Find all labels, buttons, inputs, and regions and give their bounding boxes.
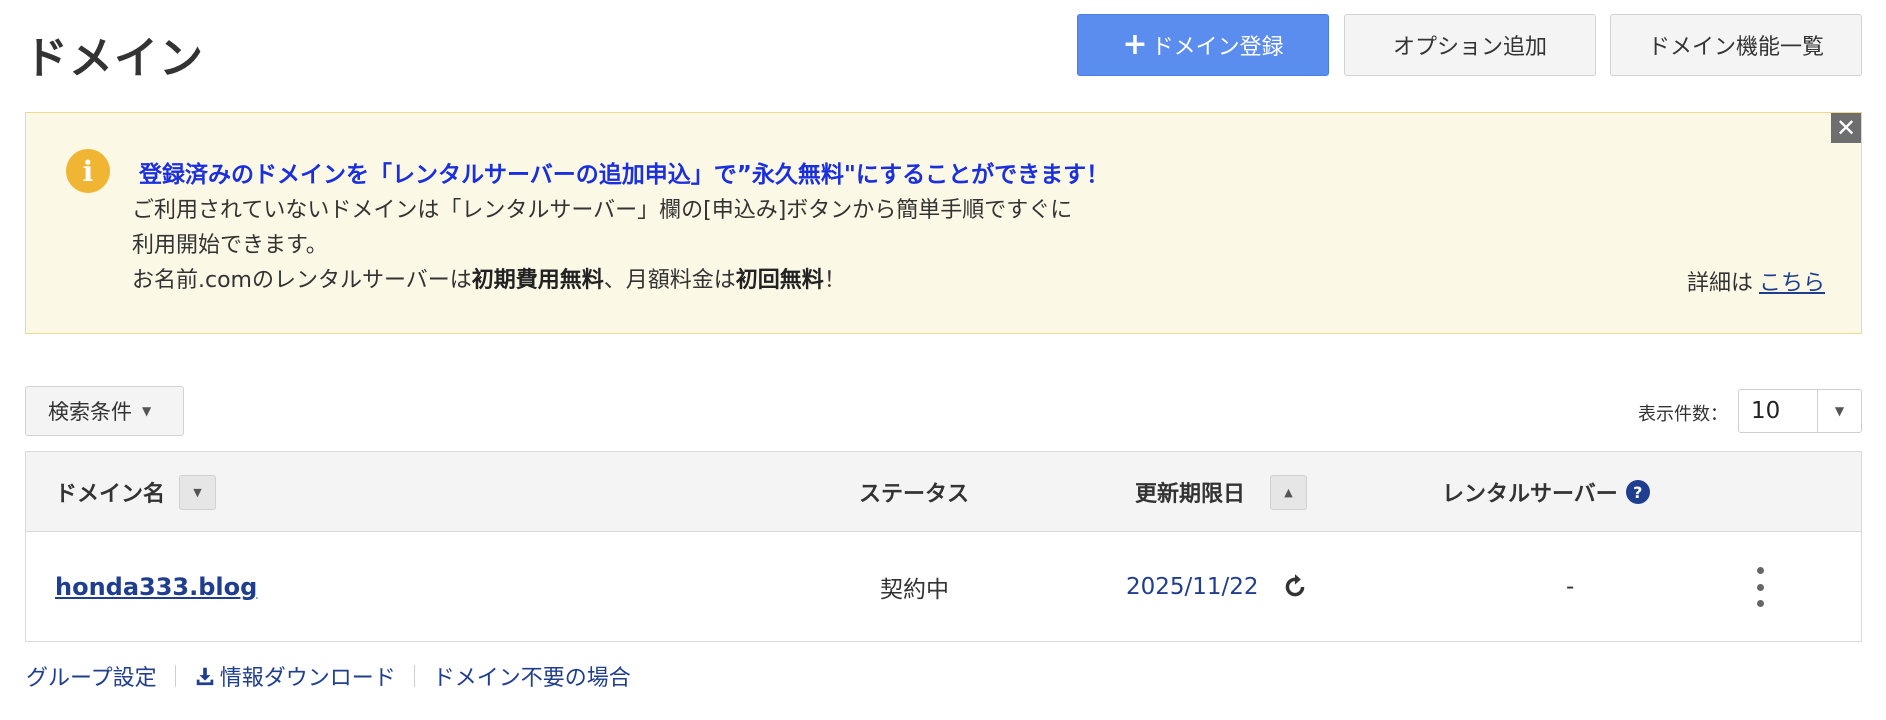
more-vertical-icon[interactable] bbox=[1755, 567, 1765, 607]
notice-line-2: 利用開始できます。 bbox=[132, 233, 328, 258]
column-domain: ドメイン名 ▼ bbox=[55, 452, 217, 532]
column-server-label: レンタルサーバー bbox=[1442, 482, 1618, 507]
add-option-button[interactable]: オプション追加 bbox=[1344, 14, 1596, 76]
column-domain-label: ドメイン名 bbox=[55, 482, 166, 507]
search-conditions-button[interactable]: 検索条件 ▼ bbox=[25, 386, 184, 436]
domain-link[interactable]: honda333.blog bbox=[55, 573, 257, 601]
info-icon: i bbox=[66, 149, 110, 193]
download-info-link[interactable]: 情報ダウンロード bbox=[194, 660, 396, 692]
per-page-select[interactable]: 10 ▼ bbox=[1738, 389, 1862, 433]
domain-features-button[interactable]: ドメイン機能一覧 bbox=[1610, 14, 1862, 76]
detail-prefix: 詳細は bbox=[1686, 271, 1753, 296]
sort-renewal-button[interactable]: ▲ bbox=[1270, 474, 1308, 510]
help-icon[interactable]: ? bbox=[1625, 480, 1650, 504]
column-server: レンタルサーバー ? bbox=[1442, 452, 1650, 532]
table-header: ドメイン名 ▼ ステータス 更新期限日 ▲ レンタルサーバー ? bbox=[26, 452, 1861, 532]
notice-detail: 詳細は こちら bbox=[1687, 265, 1825, 297]
table-row: honda333.blog 契約中 2025/11/22 - bbox=[26, 533, 1861, 641]
search-conditions-label: 検索条件 bbox=[48, 400, 132, 424]
caret-down-icon: ▼ bbox=[142, 404, 152, 418]
column-renewal: 更新期限日 ▲ bbox=[1135, 452, 1308, 532]
footer-links: グループ設定 情報ダウンロード ドメイン不要の場合 bbox=[26, 660, 631, 692]
column-renewal-label: 更新期限日 bbox=[1135, 482, 1246, 507]
close-icon[interactable]: ✕ bbox=[1831, 113, 1861, 143]
notice-line-3: お名前.comのレンタルサーバーは初期費用無料、月額料金は初回無料！ bbox=[132, 268, 846, 293]
column-status: ステータス bbox=[859, 482, 970, 507]
server-cell: - bbox=[1566, 574, 1575, 600]
per-page-label: 表示件数： bbox=[1638, 404, 1728, 425]
row-menu-cell bbox=[1755, 533, 1765, 641]
notice-line-1: ご利用されていないドメインは「レンタルサーバー」欄の[申込み]ボタンから簡単手順… bbox=[132, 198, 1073, 223]
refresh-icon[interactable] bbox=[1281, 573, 1309, 601]
plus-icon: + bbox=[1122, 27, 1148, 62]
download-icon bbox=[196, 667, 213, 686]
register-domain-label: ドメイン登録 bbox=[1151, 35, 1284, 60]
domain-not-needed-link[interactable]: ドメイン不要の場合 bbox=[433, 660, 631, 692]
renewal-cell: 2025/11/22 bbox=[1126, 533, 1309, 641]
register-domain-button[interactable]: + ドメイン登録 bbox=[1077, 14, 1329, 76]
renewal-date: 2025/11/22 bbox=[1126, 574, 1259, 600]
divider bbox=[174, 665, 176, 687]
sort-domain-button[interactable]: ▼ bbox=[179, 474, 217, 510]
notice-heading: 登録済みのドメインを「レンタルサーバーの追加申込」で”永久無料"にすることができ… bbox=[139, 162, 1110, 188]
domain-cell: honda333.blog bbox=[55, 533, 257, 641]
promo-notice: ✕ i 登録済みのドメインを「レンタルサーバーの追加申込」で”永久無料"にするこ… bbox=[25, 112, 1862, 334]
detail-link[interactable]: こちら bbox=[1759, 271, 1825, 296]
page-title: ドメイン bbox=[24, 33, 204, 84]
group-settings-link[interactable]: グループ設定 bbox=[26, 660, 157, 692]
download-info-label: 情報ダウンロード bbox=[219, 666, 396, 691]
divider bbox=[413, 665, 415, 687]
status-cell: 契約中 bbox=[880, 577, 949, 603]
notice-body: ご利用されていないドメインは「レンタルサーバー」欄の[申込み]ボタンから簡単手順… bbox=[132, 193, 1072, 298]
chevron-down-icon: ▼ bbox=[1834, 404, 1845, 418]
domain-table: ドメイン名 ▼ ステータス 更新期限日 ▲ レンタルサーバー ? honda33… bbox=[25, 451, 1862, 642]
per-page-value: 10 bbox=[1739, 390, 1818, 432]
